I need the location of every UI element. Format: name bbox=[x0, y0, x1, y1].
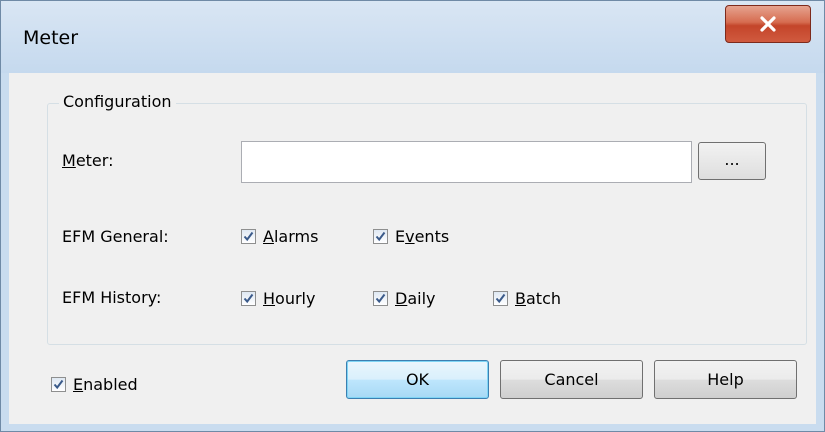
batch-checkbox-box[interactable] bbox=[493, 291, 508, 306]
enabled-label: Enabled bbox=[73, 375, 138, 394]
alarms-label: Alarms bbox=[263, 227, 319, 246]
browse-meter-button[interactable]: ... bbox=[698, 142, 766, 180]
enabled-checkbox[interactable]: Enabled bbox=[51, 375, 138, 394]
efm-general-label: EFM General: bbox=[62, 227, 169, 246]
meter-dialog: Meter Configuration Meter: ... EFM Gener… bbox=[0, 0, 825, 432]
window-title: Meter bbox=[23, 27, 79, 49]
dialog-body: Configuration Meter: ... EFM General: Al… bbox=[9, 73, 816, 424]
close-icon bbox=[760, 16, 776, 32]
efm-history-label: EFM History: bbox=[62, 288, 162, 307]
checkmark-icon bbox=[243, 293, 254, 304]
events-checkbox[interactable]: Events bbox=[373, 227, 449, 246]
checkmark-icon bbox=[375, 231, 386, 242]
events-checkbox-box[interactable] bbox=[373, 229, 388, 244]
hourly-checkbox-box[interactable] bbox=[241, 291, 256, 306]
title-bar[interactable]: Meter bbox=[1, 1, 824, 73]
checkmark-icon bbox=[243, 231, 254, 242]
close-button[interactable] bbox=[725, 5, 811, 43]
meter-label: Meter: bbox=[62, 151, 114, 170]
batch-label: Batch bbox=[515, 289, 561, 308]
hourly-label: Hourly bbox=[263, 289, 316, 308]
batch-checkbox[interactable]: Batch bbox=[493, 289, 561, 308]
checkmark-icon bbox=[375, 293, 386, 304]
configuration-group-title: Configuration bbox=[59, 92, 176, 111]
checkmark-icon bbox=[495, 293, 506, 304]
hourly-checkbox[interactable]: Hourly bbox=[241, 289, 315, 308]
checkmark-icon bbox=[53, 379, 64, 390]
alarms-checkbox[interactable]: Alarms bbox=[241, 227, 318, 246]
daily-label: Daily bbox=[395, 289, 436, 308]
daily-checkbox[interactable]: Daily bbox=[373, 289, 436, 308]
events-label: Events bbox=[395, 227, 450, 246]
configuration-group bbox=[47, 103, 807, 345]
daily-checkbox-box[interactable] bbox=[373, 291, 388, 306]
alarms-checkbox-box[interactable] bbox=[241, 229, 256, 244]
cancel-button[interactable]: Cancel bbox=[500, 360, 643, 399]
enabled-checkbox-box[interactable] bbox=[51, 377, 66, 392]
help-button[interactable]: Help bbox=[654, 360, 797, 399]
meter-input[interactable] bbox=[241, 141, 692, 183]
ok-button[interactable]: OK bbox=[346, 360, 489, 399]
